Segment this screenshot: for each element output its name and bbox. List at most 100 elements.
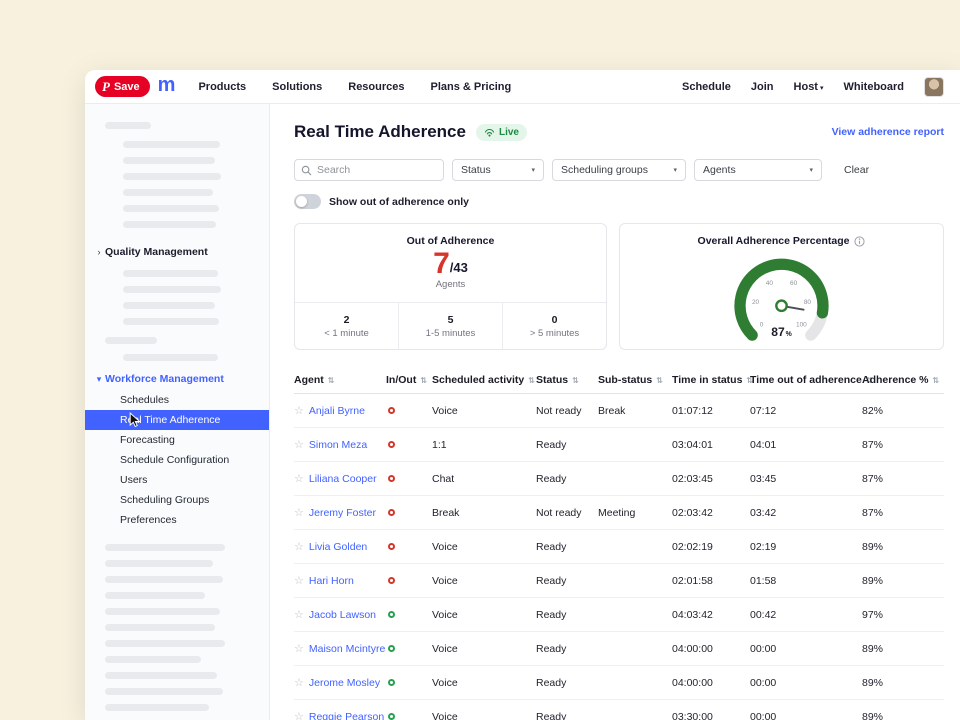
sidebar-item-schedules[interactable]: Schedules <box>85 390 269 410</box>
agent-link[interactable]: Liliana Cooper <box>309 473 377 485</box>
nav-item-products[interactable]: Products <box>198 81 246 93</box>
favorite-star-icon[interactable]: ☆ <box>294 710 304 720</box>
col-header-agent[interactable]: Agent⇅ <box>294 374 386 386</box>
agent-link[interactable]: Jeremy Foster <box>309 507 376 519</box>
skeleton-bar <box>123 354 218 361</box>
col-header-scheduled-activity[interactable]: Scheduled activity⇅ <box>432 374 536 386</box>
skeleton-bar <box>105 544 225 551</box>
toggle-label: Show out of adherence only <box>329 196 469 208</box>
sidebar-item-quality-management[interactable]: › Quality Management <box>85 244 269 260</box>
gauge-tick-0: 0 <box>760 322 764 329</box>
agents-select[interactable]: Agents ▾ <box>694 159 822 181</box>
sidebar-item-scheduling-groups[interactable]: Scheduling Groups <box>85 490 269 510</box>
user-avatar[interactable] <box>924 77 944 97</box>
inout-status-dot <box>388 441 395 448</box>
scheduled-activity-value: Break <box>432 507 536 519</box>
table-row: ☆Maison Mcintyre Voice Ready 04:00:00 00… <box>294 632 944 666</box>
scheduled-activity-value: 1:1 <box>432 439 536 451</box>
nav-item-join[interactable]: Join <box>751 81 774 93</box>
col-header-sub-status[interactable]: Sub-status⇅ <box>598 374 672 386</box>
sidebar-item-schedule-configuration[interactable]: Schedule Configuration <box>85 450 269 470</box>
col-header-inout[interactable]: In/Out⇅ <box>386 374 432 386</box>
sidebar-item-real-time-adherence[interactable]: Real Time Adherence <box>85 410 269 430</box>
nav-item-solutions[interactable]: Solutions <box>272 81 322 93</box>
scheduling-groups-select[interactable]: Scheduling groups ▾ <box>552 159 686 181</box>
time-out-value: 07:12 <box>750 405 862 417</box>
search-input[interactable] <box>317 164 437 176</box>
table-row: ☆Reggie Pearson Voice Ready 03:30:00 00:… <box>294 700 944 720</box>
miro-logo[interactable]: m <box>158 75 175 99</box>
status-select[interactable]: Status ▾ <box>452 159 544 181</box>
favorite-star-icon[interactable]: ☆ <box>294 438 304 451</box>
scheduled-activity-value: Voice <box>432 609 536 621</box>
sub-status-value: Break <box>598 405 672 417</box>
nav-item-plans-pricing[interactable]: Plans & Pricing <box>431 81 512 93</box>
favorite-star-icon[interactable]: ☆ <box>294 506 304 519</box>
col-header-adherence-pct[interactable]: Adherence %⇅ <box>862 374 936 386</box>
skeleton-bar <box>105 672 217 679</box>
skeleton-bar <box>105 704 209 711</box>
skeleton-bar <box>123 318 219 325</box>
scheduled-activity-value: Voice <box>432 541 536 553</box>
adherence-value: 87% <box>862 473 936 485</box>
time-in-status-value: 02:03:42 <box>672 507 750 519</box>
agent-link[interactable]: Livia Golden <box>309 541 367 553</box>
col-header-time-out-of-adherence[interactable]: Time out of adherence⇅ <box>750 374 862 386</box>
col-header-status[interactable]: Status⇅ <box>536 374 598 386</box>
nav-item-schedule[interactable]: Schedule <box>682 81 731 93</box>
time-out-value: 01:58 <box>750 575 862 587</box>
table-header-row: Agent⇅ In/Out⇅ Scheduled activity⇅ Statu… <box>294 367 944 394</box>
live-badge: Live <box>476 124 527 141</box>
table-row: ☆Livia Golden Voice Ready 02:02:19 02:19… <box>294 530 944 564</box>
favorite-star-icon[interactable]: ☆ <box>294 574 304 587</box>
sidebar-item-workforce-management[interactable]: ▾ Workforce Management <box>85 371 269 387</box>
chevron-down-icon: ▾ <box>93 374 105 385</box>
favorite-star-icon[interactable]: ☆ <box>294 608 304 621</box>
scheduled-activity-value: Chat <box>432 473 536 485</box>
skeleton-bar <box>123 173 221 180</box>
agent-link[interactable]: Anjali Byrne <box>309 405 365 417</box>
overall-adherence-title: Overall Adherence Percentage <box>698 235 850 247</box>
time-in-status-value: 04:03:42 <box>672 609 750 621</box>
agent-link[interactable]: Maison Mcintyre <box>309 643 385 655</box>
agents-table: Agent⇅ In/Out⇅ Scheduled activity⇅ Statu… <box>294 367 944 720</box>
sidebar-item-forecasting[interactable]: Forecasting <box>85 430 269 450</box>
favorite-star-icon[interactable]: ☆ <box>294 472 304 485</box>
time-out-value: 00:00 <box>750 677 862 689</box>
search-icon <box>301 165 312 176</box>
info-icon[interactable] <box>854 236 865 247</box>
agent-link[interactable]: Jacob Lawson <box>309 609 376 621</box>
col-header-time-in-status[interactable]: Time in status⇅ <box>672 374 750 386</box>
sort-icon: ⇅ <box>933 376 940 385</box>
skeleton-bar <box>105 592 205 599</box>
gauge-tick-40: 40 <box>766 280 774 287</box>
agent-link[interactable]: Simon Meza <box>309 439 367 451</box>
gauge-tick-60: 60 <box>790 280 798 287</box>
filter-bar: Status ▾ Scheduling groups ▾ Agents ▾ Cl… <box>294 159 944 181</box>
out-of-adherence-toggle[interactable] <box>294 194 321 209</box>
agent-link[interactable]: Jerome Mosley <box>309 677 380 689</box>
pinterest-save-button[interactable]: P Save <box>95 76 150 97</box>
adherence-value: 89% <box>862 643 936 655</box>
clear-filters-button[interactable]: Clear <box>844 164 869 176</box>
nav-item-resources[interactable]: Resources <box>348 81 404 93</box>
search-input-wrapper[interactable] <box>294 159 444 181</box>
gauge-tick-80: 80 <box>804 299 812 306</box>
sort-icon: ⇅ <box>656 376 663 385</box>
view-adherence-report-link[interactable]: View adherence report <box>832 126 944 138</box>
sidebar-item-preferences[interactable]: Preferences <box>85 510 269 530</box>
agent-link[interactable]: Reggie Pearson <box>309 711 384 720</box>
table-row: ☆Liliana Cooper Chat Ready 02:03:45 03:4… <box>294 462 944 496</box>
favorite-star-icon[interactable]: ☆ <box>294 642 304 655</box>
favorite-star-icon[interactable]: ☆ <box>294 676 304 689</box>
agent-link[interactable]: Hari Horn <box>309 575 354 587</box>
time-in-status-value: 02:02:19 <box>672 541 750 553</box>
nav-item-whiteboard[interactable]: Whiteboard <box>844 81 905 93</box>
sidebar-item-users[interactable]: Users <box>85 470 269 490</box>
favorite-star-icon[interactable]: ☆ <box>294 540 304 553</box>
nav-item-host[interactable]: Host▾ <box>794 81 824 93</box>
favorite-star-icon[interactable]: ☆ <box>294 404 304 417</box>
table-row: ☆Jeremy Foster Break Not ready Meeting 0… <box>294 496 944 530</box>
sub-status-value: Meeting <box>598 507 672 519</box>
inout-status-dot <box>388 543 395 550</box>
